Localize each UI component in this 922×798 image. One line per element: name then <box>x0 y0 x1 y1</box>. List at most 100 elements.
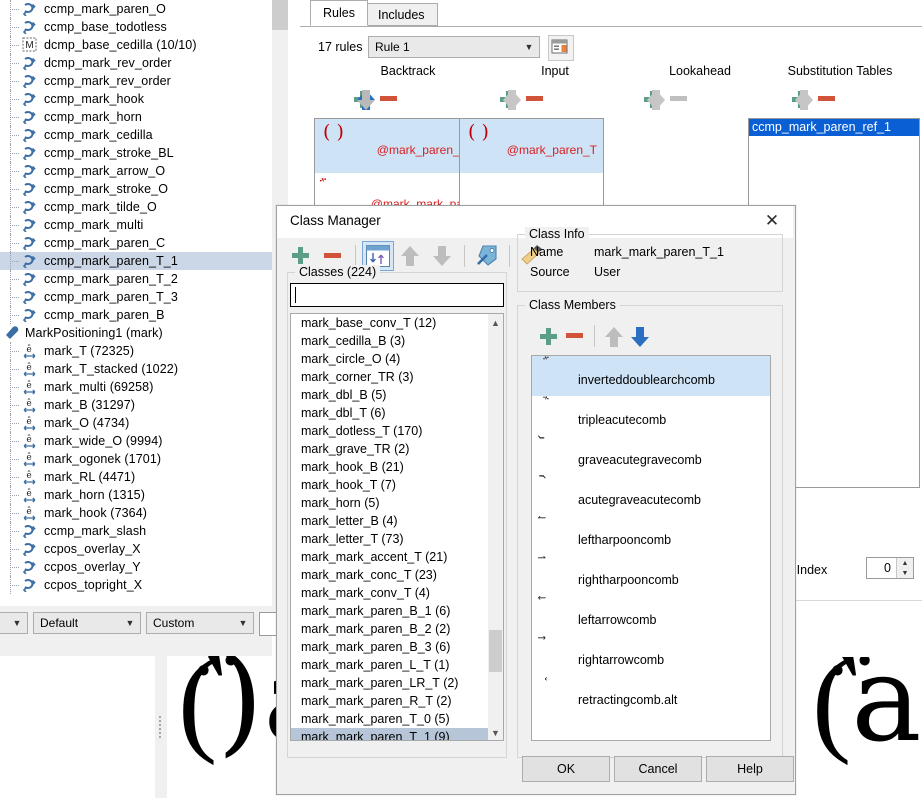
tab-rules[interactable]: Rules <box>310 0 368 26</box>
tree-item-row[interactable]: ccmp_mark_horn <box>0 108 272 126</box>
tree-item-row[interactable]: ccmp_mark_paren_O <box>0 0 272 18</box>
class-list-item[interactable]: mark_mark_accent_T (21) <box>291 548 503 566</box>
class-filter-input[interactable] <box>290 283 504 307</box>
tree-item-row[interactable]: ê mark_multi (69258) <box>0 378 272 396</box>
tab-includes[interactable]: Includes <box>365 3 438 26</box>
tree-item-row[interactable]: ccmp_mark_paren_T_1 <box>0 252 272 270</box>
class-list-item[interactable]: mark_mark_paren_L_T (1) <box>291 656 503 674</box>
tree-item-row[interactable]: ccmp_mark_paren_T_2 <box>0 270 272 288</box>
table-editor-icon[interactable] <box>548 35 574 61</box>
help-button[interactable]: Help <box>706 756 794 782</box>
add-member-button[interactable] <box>536 324 562 348</box>
class-list-item[interactable]: mark_cedilla_B (3) <box>291 332 503 350</box>
tree-item-row[interactable]: ccmp_mark_rev_order <box>0 72 272 90</box>
tree-item-row[interactable]: ccmp_mark_multi <box>0 216 272 234</box>
tree-item-row[interactable]: ê mark_T_stacked (1022) <box>0 360 272 378</box>
remove-member-button[interactable] <box>562 324 588 348</box>
ok-button[interactable]: OK <box>522 756 610 782</box>
combo-small[interactable]: ▼ <box>0 612 28 634</box>
input-move-down-button[interactable] <box>502 89 521 110</box>
sequence-index-stepper[interactable]: 0 ▲ ▼ <box>866 557 914 579</box>
lookahead-remove-button[interactable] <box>666 87 692 111</box>
tree-item-row[interactable]: ccmp_mark_hook <box>0 90 272 108</box>
tree-item-row[interactable]: ê mark_O (4734) <box>0 414 272 432</box>
classes-scroll-up-icon[interactable]: ▲ <box>489 315 502 330</box>
combo-default[interactable]: Default ▼ <box>33 612 141 634</box>
substitution-item[interactable]: ccmp_mark_paren_ref_1 <box>749 119 919 136</box>
tree-item-row[interactable]: ccmp_mark_stroke_O <box>0 180 272 198</box>
class-list-item[interactable]: mark_dbl_T (6) <box>291 404 503 422</box>
class-list-item[interactable]: mark_hook_B (21) <box>291 458 503 476</box>
classes-list[interactable]: mark_base_conv_T (12) mark_cedilla_B (3) m… <box>290 313 504 741</box>
class-list-item[interactable]: mark_letter_B (4) <box>291 512 503 530</box>
classes-scroll-down-icon[interactable]: ▼ <box>489 725 502 740</box>
stepper-up-icon[interactable]: ▲ <box>897 558 913 568</box>
tag-pen-icon[interactable] <box>471 241 503 271</box>
sequence-item[interactable]: ( ) @mark_paren_T <box>460 119 603 173</box>
class-member-row[interactable]: ᷀inverteddoublearchcomb <box>532 356 770 396</box>
class-list-item[interactable]: mark_mark_conc_T (23) <box>291 566 503 584</box>
tree-item-row[interactable]: ccpos_overlay_Y <box>0 558 272 576</box>
class-member-row[interactable]: ᷆acutegraveacutecomb <box>532 476 770 516</box>
move-down-button[interactable] <box>426 241 458 271</box>
class-list-item[interactable]: mark_dbl_B (5) <box>291 386 503 404</box>
class-list-item[interactable]: mark_mark_paren_B_1 (6) <box>291 602 503 620</box>
class-member-row[interactable]: ⃖leftarrowcomb <box>532 596 770 636</box>
tree-item-row[interactable]: ccmp_mark_paren_C <box>0 234 272 252</box>
class-list-item[interactable]: mark_mark_paren_B_3 (6) <box>291 638 503 656</box>
substitution-remove-button[interactable] <box>814 87 840 111</box>
input-remove-button[interactable] <box>522 87 548 111</box>
class-list-item[interactable]: mark_horn (5) <box>291 494 503 512</box>
preview-splitter[interactable] <box>155 656 167 798</box>
tree-item-row[interactable]: ê mark_horn (1315) <box>0 486 272 504</box>
classes-scrollbar-track[interactable] <box>488 314 503 740</box>
tree-item-row[interactable]: Mdcmp_base_cedilla (10/10) <box>0 36 272 54</box>
backtrack-move-down-button[interactable] <box>356 89 375 110</box>
tree-item-row[interactable]: ccmp_mark_arrow_O <box>0 162 272 180</box>
class-list-item[interactable]: mark_corner_TR (3) <box>291 368 503 386</box>
member-down-button[interactable] <box>627 324 653 348</box>
class-member-row[interactable]: ᷁tripleacutecomb <box>532 396 770 436</box>
tree-item-row[interactable]: ê mark_RL (4471) <box>0 468 272 486</box>
tree-item-row[interactable]: ê mark_T (72325) <box>0 342 272 360</box>
class-list-item[interactable]: mark_circle_O (4) <box>291 350 503 368</box>
tree-item-row[interactable]: ê mark_B (31297) <box>0 396 272 414</box>
tree-item-row[interactable]: ccpos_topright_X <box>0 576 272 594</box>
tree-scrollbar-thumb[interactable] <box>272 0 288 30</box>
tree-item-row[interactable]: ê mark_hook (7364) <box>0 504 272 522</box>
tree-item-row[interactable]: ê mark_wide_O (9994) <box>0 432 272 450</box>
class-member-row[interactable]: ᷾retractingcomb.alt <box>532 676 770 716</box>
class-list-item[interactable]: mark_mark_paren_LR_T (2) <box>291 674 503 692</box>
class-member-row[interactable]: ⃗rightarrowcomb <box>532 636 770 676</box>
class-list-item[interactable]: mark_mark_paren_B_2 (2) <box>291 620 503 638</box>
tree-item-row[interactable]: ccmp_mark_paren_T_3 <box>0 288 272 306</box>
tree-item-row[interactable]: ccmp_mark_slash <box>0 522 272 540</box>
class-list-item[interactable]: mark_grave_TR (2) <box>291 440 503 458</box>
tree-item-row[interactable]: ccmp_mark_paren_B <box>0 306 272 324</box>
backtrack-remove-button[interactable] <box>376 87 402 111</box>
lookahead-move-down-button[interactable] <box>646 89 665 110</box>
stepper-buttons[interactable]: ▲ ▼ <box>896 558 913 578</box>
combo-custom[interactable]: Custom ▼ <box>146 612 254 634</box>
class-list-item[interactable]: mark_dotless_T (170) <box>291 422 503 440</box>
class-member-row[interactable]: ᷅graveacutegravecomb <box>532 436 770 476</box>
class-member-row[interactable]: ⃑rightharpooncomb <box>532 556 770 596</box>
class-member-row[interactable]: ⃐leftharpooncomb <box>532 516 770 556</box>
move-up-button[interactable] <box>394 241 426 271</box>
close-icon[interactable]: ✕ <box>751 206 793 236</box>
cancel-button[interactable]: Cancel <box>614 756 702 782</box>
tree-item-row[interactable]: ccpos_overlay_X <box>0 540 272 558</box>
rule-selector[interactable]: Rule 1 ▼ <box>368 36 540 58</box>
class-list-item[interactable]: mark_mark_paren_T_0 (5) <box>291 710 503 728</box>
class-list-item[interactable]: mark_letter_T (73) <box>291 530 503 548</box>
feature-tree-panel[interactable]: ccmp_mark_paren_O ccmp_base_todotless Mdcm… <box>0 0 272 614</box>
tree-item-row[interactable]: dcmp_mark_rev_order <box>0 54 272 72</box>
class-list-item[interactable]: mark_base_conv_T (12) <box>291 314 503 332</box>
tree-group-row[interactable]: MarkPositioning1 (mark) <box>0 324 272 342</box>
class-list-item[interactable]: mark_mark_paren_R_T (2) <box>291 692 503 710</box>
sequence-item[interactable]: ( ) @mark_paren_T <box>315 119 473 173</box>
tree-item-row[interactable]: ccmp_base_todotless <box>0 18 272 36</box>
class-list-item[interactable]: mark_hook_T (7) <box>291 476 503 494</box>
tree-item-row[interactable]: ccmp_mark_stroke_BL <box>0 144 272 162</box>
classes-scrollbar-thumb[interactable] <box>489 630 502 672</box>
